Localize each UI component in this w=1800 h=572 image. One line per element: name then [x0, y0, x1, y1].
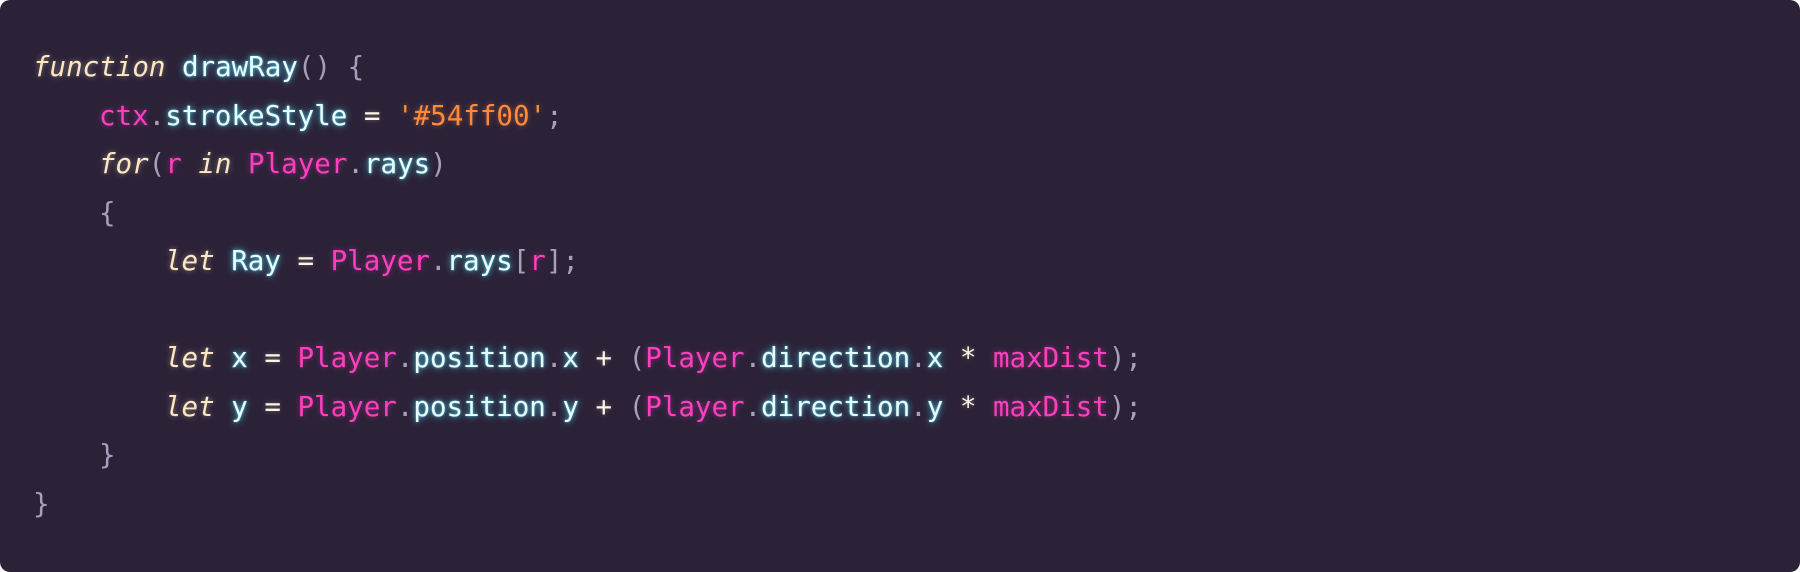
property-y: y: [926, 390, 944, 423]
assign-operator: =: [297, 245, 315, 277]
property-rays: rays: [363, 148, 431, 180]
bracket-close: ]: [545, 245, 563, 277]
property-position: position: [413, 342, 546, 374]
variable-r: r: [529, 245, 546, 277]
property-y: y: [562, 390, 579, 423]
identifier-player: Player: [297, 342, 397, 374]
keyword-let: let: [165, 342, 215, 374]
dot: .: [396, 342, 414, 374]
property-rays: rays: [446, 245, 513, 277]
keyword-function: function: [33, 51, 166, 83]
identifier-player: Player: [645, 390, 745, 423]
identifier-player: Player: [297, 390, 397, 423]
paren-close-semicolon: );: [1108, 390, 1142, 423]
dot: .: [744, 390, 762, 423]
keyword-let: let: [165, 245, 215, 277]
semicolon: ;: [546, 99, 563, 132]
code-line-2: ctx.strokeStyle = '#54ff00';: [33, 92, 1800, 141]
code-line-5: let Ray = Player.rays[r];: [33, 237, 1800, 286]
code-line-4: {: [33, 189, 1800, 238]
identifier-y: y: [231, 390, 248, 423]
code-block[interactable]: function drawRay() {ctx.strokeStyle = '#…: [33, 43, 1800, 528]
property-position: position: [413, 390, 546, 423]
paren-open: (: [628, 342, 646, 374]
dot: .: [910, 342, 927, 374]
variable-maxDist: maxDist: [992, 390, 1109, 423]
dot: .: [545, 342, 563, 374]
variable-maxDist: maxDist: [992, 342, 1109, 374]
keyword-let: let: [165, 390, 215, 423]
dot: .: [347, 148, 364, 180]
code-line-3: for(r in Player.rays): [33, 140, 1800, 189]
paren-close-semicolon: );: [1108, 342, 1142, 374]
dot: .: [910, 390, 927, 423]
identifier-player: Player: [645, 342, 745, 374]
code-line-1: function drawRay() {: [33, 43, 1800, 92]
plus-operator: +: [595, 342, 613, 374]
keyword-in: in: [198, 148, 232, 180]
property-direction: direction: [761, 390, 911, 423]
identifier-x: x: [231, 342, 248, 374]
code-line-8: let y = Player.position.y + (Player.dire…: [33, 383, 1800, 432]
code-line-7: let x = Player.position.x + (Player.dire…: [33, 334, 1800, 383]
function-name: drawRay: [182, 51, 298, 83]
paren-open: (: [628, 390, 646, 423]
identifier-player: Player: [330, 245, 430, 277]
string-literal: '#54ff00': [397, 99, 547, 132]
multiply-operator: *: [959, 342, 977, 374]
identifier-ray: Ray: [231, 245, 281, 277]
code-line-6-empty: [33, 286, 1800, 335]
code-line-9: }: [33, 431, 1800, 480]
paren-close: ): [430, 148, 447, 180]
code-line-10: }: [33, 480, 1800, 529]
identifier-player: Player: [248, 148, 348, 180]
semicolon: ;: [562, 245, 579, 277]
assign-operator: =: [264, 342, 281, 374]
dot: .: [429, 245, 447, 277]
code-editor: function drawRay() {ctx.strokeStyle = '#…: [0, 0, 1800, 572]
keyword-for: for: [99, 148, 149, 180]
variable-r: r: [165, 148, 182, 180]
property-x: x: [926, 342, 944, 374]
dot: .: [396, 390, 414, 423]
brace-open: {: [347, 51, 365, 83]
property-strokeStyle: strokeStyle: [165, 99, 348, 132]
property-x: x: [562, 342, 579, 374]
plus-operator: +: [595, 390, 613, 423]
brace-open: {: [99, 196, 116, 229]
multiply-operator: *: [959, 390, 977, 423]
paren-open: (: [148, 148, 166, 180]
property-direction: direction: [761, 342, 911, 374]
dot: .: [148, 99, 166, 132]
parentheses: (): [297, 51, 332, 83]
dot: .: [744, 342, 762, 374]
identifier-ctx: ctx: [99, 99, 149, 132]
assign-operator: =: [363, 99, 381, 132]
assign-operator: =: [264, 390, 281, 423]
bracket-open: [: [512, 245, 530, 277]
brace-close: }: [33, 487, 50, 520]
dot: .: [545, 390, 563, 423]
brace-close: }: [99, 439, 116, 471]
